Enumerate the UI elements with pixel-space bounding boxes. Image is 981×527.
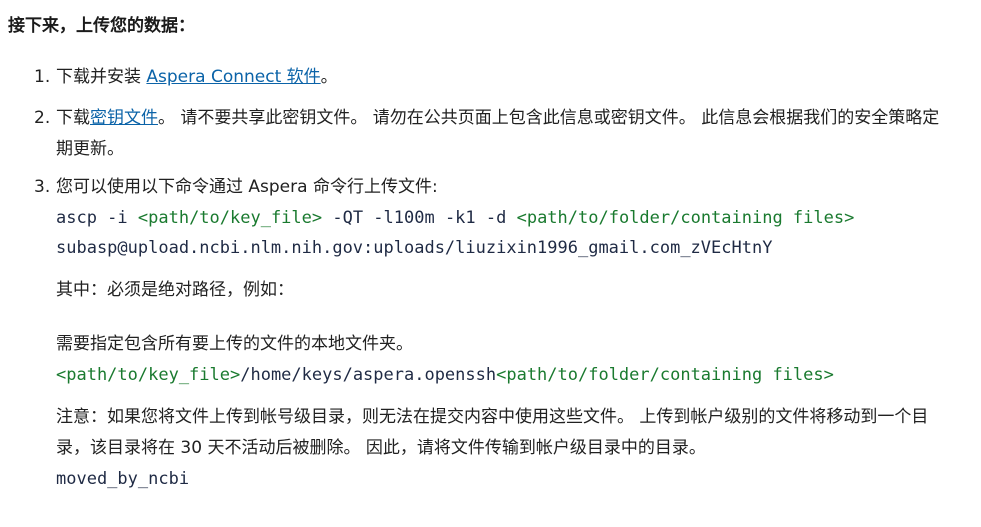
key-file-link[interactable]: 密钥文件 xyxy=(90,108,158,128)
step-text: 下载 xyxy=(56,108,90,128)
key-file-placeholder: <path/to/key_file> xyxy=(137,208,323,228)
key-file-placeholder: <path/to/key_file> xyxy=(56,365,241,385)
step-number: 2. xyxy=(34,108,51,128)
moved-folder-name: moved_by_ncbi xyxy=(56,469,190,489)
step-number: 3. xyxy=(34,177,51,197)
upload-steps-list: 1. 下载并安装 Aspera Connect 软件。 2. 下载密钥文件。 请… xyxy=(0,62,981,494)
step-2: 2. 下载密钥文件。 请不要共享此密钥文件。 请勿在公共页面上包含此信息或密钥文… xyxy=(0,103,981,165)
local-folder-note: 需要指定包含所有要上传的文件的本地文件夹。 xyxy=(56,334,413,354)
aspera-connect-link[interactable]: Aspera Connect 软件 xyxy=(146,67,320,87)
step-3: 3. 您可以使用以下命令通过 Aspera 命令行上传文件: ascp -i <… xyxy=(0,172,981,494)
command-prefix: ascp -i xyxy=(56,208,138,228)
step-body: 下载密钥文件。 请不要共享此密钥文件。 请勿在公共页面上包含此信息或密钥文件。 … xyxy=(56,103,956,165)
step-text: 下载并安装 xyxy=(56,67,147,87)
command-options: -QT -l100m -k1 -d xyxy=(322,208,517,228)
upload-note: 注意：如果您将文件上传到帐号级目录，则无法在提交内容中使用这些文件。 上传到帐户… xyxy=(56,407,929,458)
folder-placeholder: <path/to/folder/containing files> xyxy=(496,365,834,385)
command-line-1: ascp -i <path/to/key_file> -QT -l100m -k… xyxy=(56,203,956,233)
step-text: 您可以使用以下命令通过 Aspera 命令行上传文件: xyxy=(56,177,438,197)
section-heading: 接下来，上传您的数据： xyxy=(8,16,195,36)
step-number: 1. xyxy=(34,67,51,87)
step-text-after: 。 请不要共享此密钥文件。 请勿在公共页面上包含此信息或密钥文件。 此信息会根据… xyxy=(56,108,940,159)
key-file-path: /home/keys/aspera.openssh xyxy=(240,365,497,385)
folder-placeholder: <path/to/folder/containing files> xyxy=(516,208,855,228)
step-1: 1. 下载并安装 Aspera Connect 软件。 xyxy=(0,62,981,93)
example-paths: <path/to/key_file>/home/keys/aspera.open… xyxy=(56,360,956,390)
step-body: 下载并安装 Aspera Connect 软件。 xyxy=(56,62,956,93)
command-line-2: subasp@upload.ncbi.nlm.nih.gov:uploads/l… xyxy=(56,238,773,258)
step-body: 您可以使用以下命令通过 Aspera 命令行上传文件: ascp -i <pat… xyxy=(56,172,956,494)
absolute-path-note: 其中：必须是绝对路径，例如： xyxy=(56,280,294,300)
step-text-after: 。 xyxy=(320,67,338,87)
